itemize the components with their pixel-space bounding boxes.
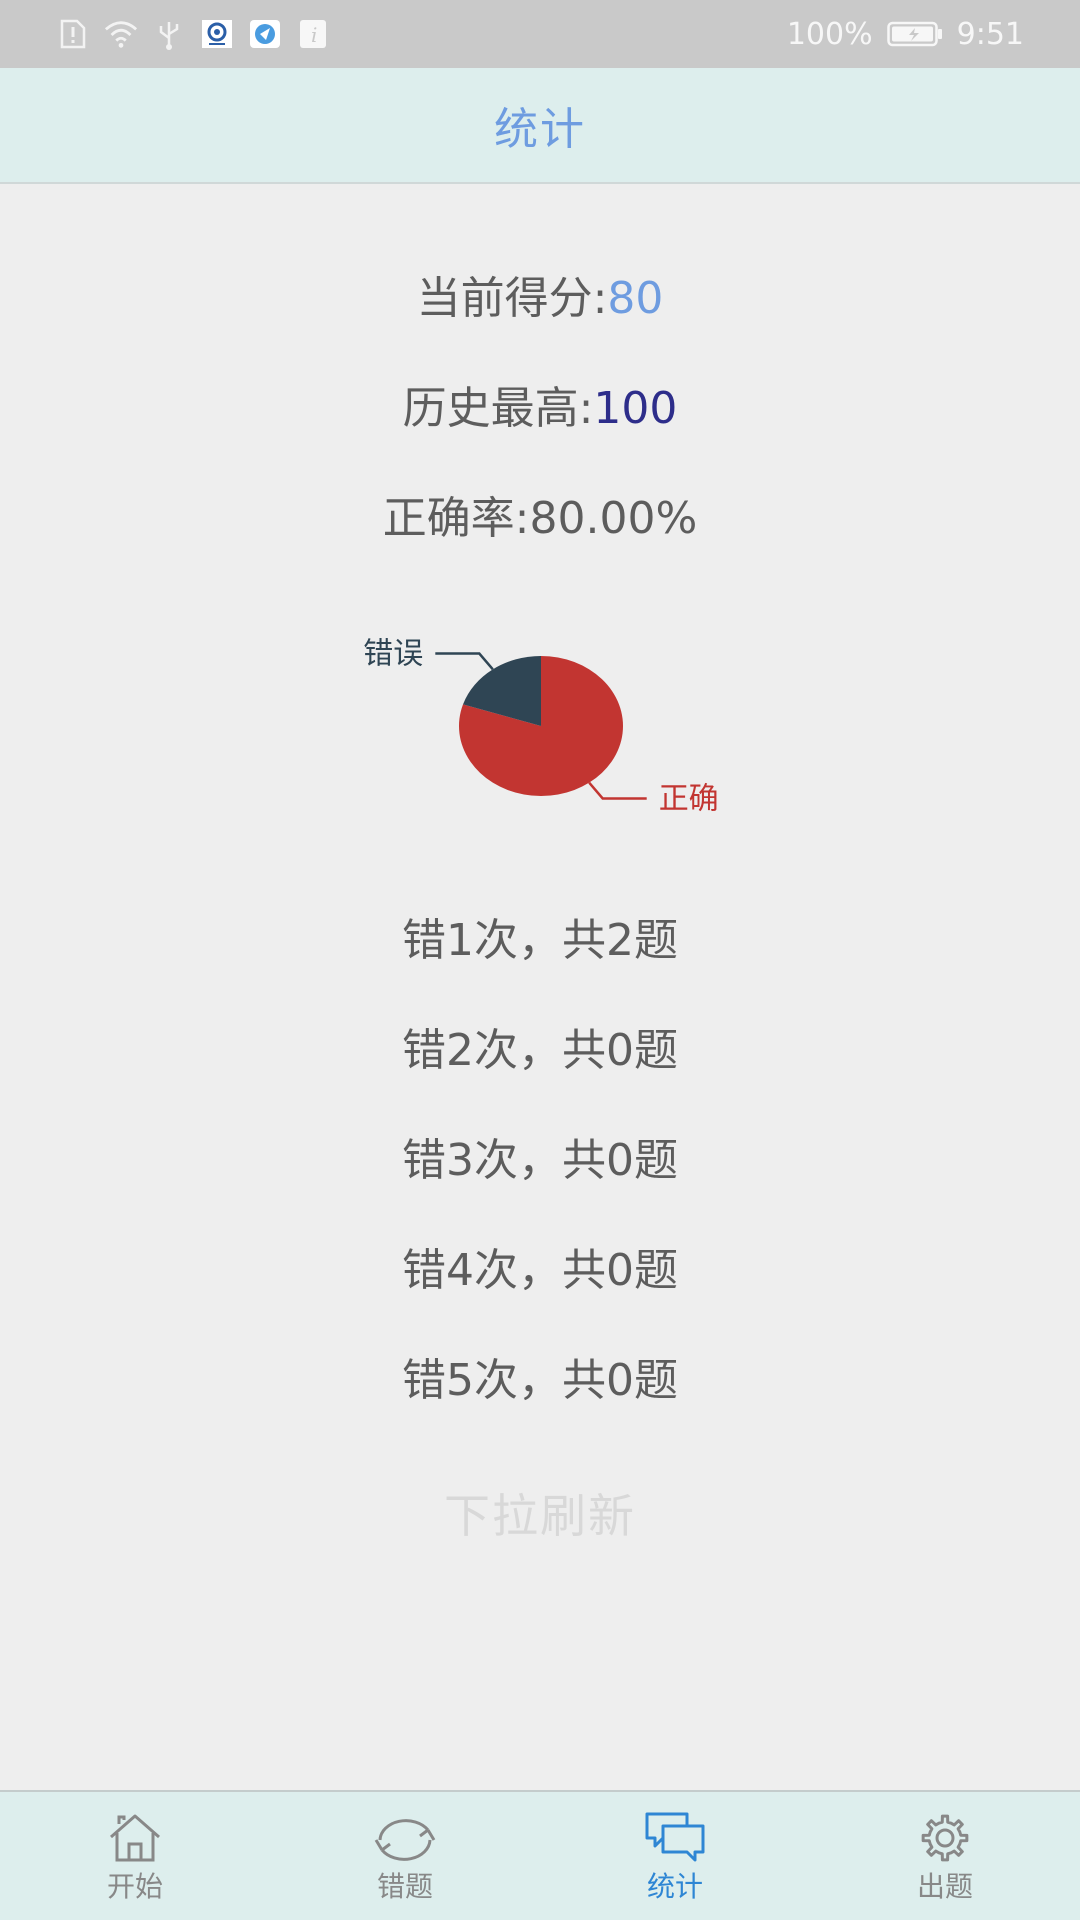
pie-label-0: 正确 (659, 781, 719, 816)
app-notification-icon (200, 17, 234, 51)
accuracy-value: 80.00% (529, 493, 698, 544)
nav-item-statistics[interactable]: 统计 (540, 1792, 810, 1920)
best-score-value: 100 (593, 383, 678, 434)
svg-text:i: i (311, 23, 317, 47)
wrong-count-row: 错5次，共0题 (402, 1355, 678, 1406)
battery-charging-icon (886, 17, 943, 51)
gear-icon (921, 1814, 969, 1862)
status-right: 100% 9:51 (787, 12, 1024, 56)
status-icons: i (56, 16, 330, 52)
pull-to-refresh-hint: 下拉刷新 (444, 1489, 636, 1543)
nav-item-wrong-questions[interactable]: 错题 (270, 1792, 540, 1920)
status-bar: i 100% 9:51 (0, 0, 1080, 68)
nav-label-wrong-questions: 错题 (376, 1870, 433, 1903)
current-score-row: 当前得分:80 (0, 262, 1080, 326)
pie-label-line-0 (588, 781, 647, 800)
pie-chart-svg: 正确 错误 (363, 637, 719, 817)
info-icon: i (296, 17, 330, 51)
current-score-value: 80 (607, 273, 664, 324)
nav-label-create-question: 出题 (916, 1870, 973, 1903)
pie-label-line-1 (435, 652, 494, 671)
current-score-label: 当前得分: (416, 273, 608, 324)
nav-label-statistics: 统计 (646, 1870, 703, 1903)
pie-label-1: 错误 (363, 637, 423, 672)
sim-alert-icon (56, 17, 90, 51)
wrong-count-row: 错4次，共0题 (402, 1245, 678, 1296)
nav-item-create-question[interactable]: 出题 (810, 1792, 1080, 1920)
wrong-count-row: 错1次，共2题 (402, 915, 678, 966)
battery-percent: 100% (786, 16, 873, 52)
page-title: 统计 (494, 104, 586, 155)
best-score-row: 历史最高:100 (0, 372, 1080, 436)
usb-icon (152, 17, 186, 51)
screen: i 100% 9:51 统计 当前得分:80 历史最高:100 正确率:80.0… (0, 0, 1080, 1920)
accuracy-label: 正确率: (382, 493, 530, 544)
clock: 9:51 (956, 16, 1024, 52)
refresh-icon (374, 1819, 436, 1861)
title-bar: 统计 (0, 68, 1080, 184)
browser-notification-icon (248, 17, 282, 51)
wrong-count-row: 错2次，共0题 (402, 1025, 678, 1076)
accuracy-pie-chart: 正确 错误 (300, 600, 780, 850)
nav-item-start[interactable]: 开始 (0, 1792, 270, 1920)
chat-icon (645, 1812, 705, 1862)
home-icon (110, 1814, 160, 1862)
bottom-nav: 开始 错题 统计 出题 (0, 1790, 1080, 1920)
wifi-icon (104, 17, 138, 51)
accuracy-row: 正确率:80.00% (0, 482, 1080, 546)
wrong-count-row: 错3次，共0题 (402, 1135, 678, 1186)
nav-label-start: 开始 (106, 1870, 163, 1903)
best-score-label: 历史最高: (402, 383, 594, 434)
